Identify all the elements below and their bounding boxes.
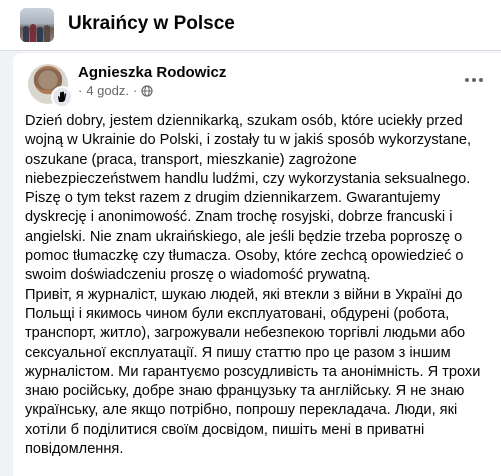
more-options-button[interactable] — [462, 68, 486, 92]
globe-icon — [141, 84, 153, 97]
group-name-link[interactable]: Ukraińcy w Polsce — [68, 13, 235, 35]
group-thumbnail[interactable] — [20, 8, 54, 42]
post-text-polish: Dzień dobry, jestem dziennikarką, szukam… — [25, 113, 472, 284]
meta-separator: · — [78, 83, 83, 98]
group-header: Ukraińcy w Polsce — [0, 0, 501, 51]
author-name-link[interactable]: Agnieszka Rodowicz — [78, 64, 226, 81]
meta-separator: · — [133, 83, 138, 98]
more-options-icon — [465, 78, 483, 82]
post-timestamp[interactable]: 4 godz. — [86, 83, 129, 98]
post-text-ukrainian: Привіт, я журналіст, шукаю людей, які вт… — [25, 286, 481, 458]
post-meta: · 4 godz. · — [78, 83, 153, 98]
waving-hand-badge — [51, 86, 73, 108]
post-body: Dzień dobry, jestem dziennikarką, szukam… — [25, 112, 491, 459]
waving-hand-icon — [58, 91, 67, 102]
